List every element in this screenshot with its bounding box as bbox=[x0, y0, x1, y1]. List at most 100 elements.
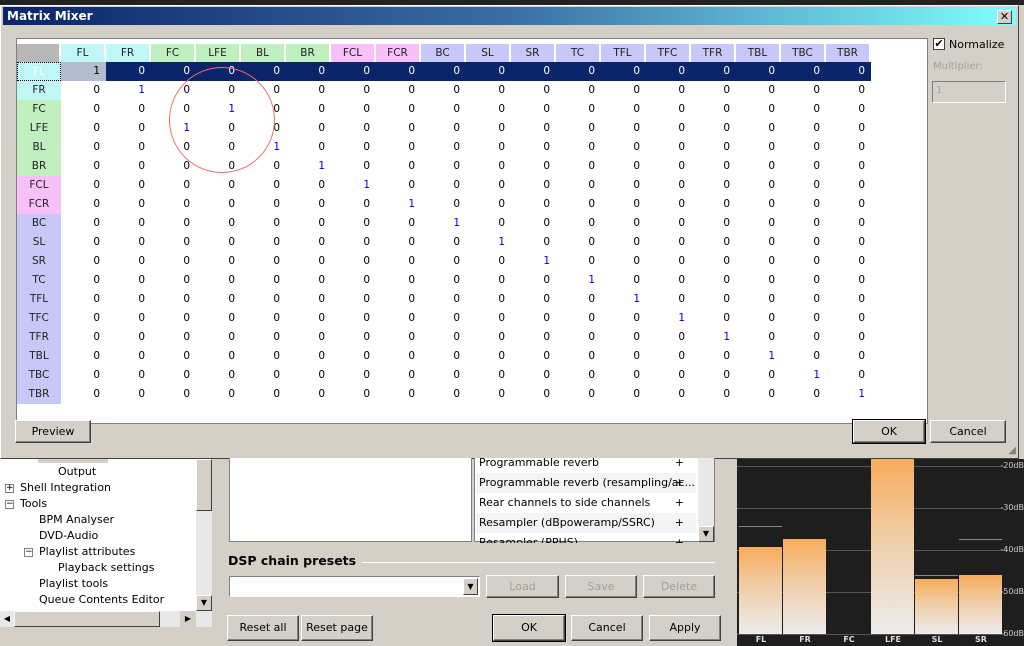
matrix-cell[interactable]: 0 bbox=[61, 347, 106, 366]
matrix-cell[interactable]: 0 bbox=[421, 366, 466, 385]
matrix-cell[interactable]: 0 bbox=[736, 138, 781, 157]
matrix-cell[interactable]: 0 bbox=[646, 62, 691, 81]
column-header-bl[interactable]: BL bbox=[241, 44, 286, 62]
matrix-cell[interactable]: 0 bbox=[421, 290, 466, 309]
matrix-cell[interactable]: 0 bbox=[781, 62, 826, 81]
dsp-item[interactable]: Rear channels to side channels + bbox=[476, 493, 696, 513]
tree-item[interactable]: Playlist attributes bbox=[39, 545, 135, 558]
matrix-cell[interactable]: 0 bbox=[466, 366, 511, 385]
column-header-br[interactable]: BR bbox=[286, 44, 331, 62]
matrix-cell[interactable]: 0 bbox=[736, 176, 781, 195]
matrix-cell[interactable]: 0 bbox=[421, 309, 466, 328]
load-button[interactable]: Load bbox=[486, 575, 559, 598]
matrix-cell[interactable]: 0 bbox=[331, 214, 376, 233]
matrix-cell[interactable]: 0 bbox=[646, 252, 691, 271]
matrix-cell[interactable]: 0 bbox=[331, 347, 376, 366]
matrix-cell[interactable]: 0 bbox=[196, 195, 241, 214]
matrix-cell[interactable]: 0 bbox=[781, 271, 826, 290]
matrix-cell[interactable]: 0 bbox=[196, 233, 241, 252]
matrix-cell[interactable]: 0 bbox=[376, 157, 421, 176]
add-icon[interactable]: + bbox=[675, 453, 684, 473]
matrix-cell[interactable]: 0 bbox=[106, 195, 151, 214]
matrix-cell[interactable]: 0 bbox=[691, 100, 736, 119]
matrix-cell[interactable]: 0 bbox=[421, 328, 466, 347]
matrix-cell[interactable]: 0 bbox=[61, 195, 106, 214]
matrix-cell[interactable]: 0 bbox=[151, 252, 196, 271]
matrix-cell[interactable]: 0 bbox=[781, 385, 826, 404]
row-header-sr[interactable]: SR bbox=[17, 252, 61, 271]
matrix-cell[interactable]: 0 bbox=[241, 195, 286, 214]
matrix-cell[interactable]: 0 bbox=[421, 62, 466, 81]
matrix-cell[interactable]: 0 bbox=[196, 290, 241, 309]
matrix-cell[interactable]: 0 bbox=[61, 176, 106, 195]
matrix-cell[interactable]: 0 bbox=[61, 81, 106, 100]
matrix-cell[interactable]: 0 bbox=[61, 233, 106, 252]
column-header-fr[interactable]: FR bbox=[106, 44, 151, 62]
matrix-cell[interactable]: 0 bbox=[781, 176, 826, 195]
matrix-cell[interactable]: 0 bbox=[826, 138, 871, 157]
column-header-sl[interactable]: SL bbox=[466, 44, 511, 62]
matrix-cell[interactable]: 0 bbox=[601, 309, 646, 328]
matrix-cell[interactable]: 0 bbox=[691, 157, 736, 176]
matrix-cell[interactable]: 0 bbox=[646, 347, 691, 366]
matrix-cell[interactable]: 0 bbox=[61, 328, 106, 347]
matrix-cell[interactable]: 0 bbox=[691, 347, 736, 366]
matrix-cell[interactable]: 0 bbox=[511, 195, 556, 214]
matrix-cell[interactable]: 0 bbox=[556, 100, 601, 119]
column-header-tbr[interactable]: TBR bbox=[826, 44, 871, 62]
matrix-cell[interactable]: 0 bbox=[601, 62, 646, 81]
row-header-sl[interactable]: SL bbox=[17, 233, 61, 252]
matrix-cell[interactable]: 0 bbox=[736, 252, 781, 271]
close-button[interactable]: ✕ bbox=[997, 10, 1012, 24]
matrix-cell[interactable]: 0 bbox=[556, 214, 601, 233]
matrix-cell[interactable]: 0 bbox=[646, 119, 691, 138]
add-icon[interactable]: + bbox=[675, 473, 684, 493]
matrix-cell[interactable]: 0 bbox=[736, 309, 781, 328]
row-header-tbl[interactable]: TBL bbox=[17, 347, 61, 366]
column-header-sr[interactable]: SR bbox=[511, 44, 556, 62]
matrix-grid[interactable]: FL FR FC LFE BL BR FCL FCR BC SL SR TC TFL TFC TFR TBL T… bbox=[16, 38, 928, 424]
cancel-button[interactable]: Cancel bbox=[930, 420, 1006, 443]
matrix-cell[interactable]: 0 bbox=[61, 138, 106, 157]
prefs-cancel-button[interactable]: Cancel bbox=[571, 615, 643, 641]
scroll-down-icon[interactable]: ▼ bbox=[698, 526, 714, 542]
matrix-cell[interactable]: 0 bbox=[781, 214, 826, 233]
save-button[interactable]: Save bbox=[565, 575, 637, 598]
matrix-cell[interactable]: 0 bbox=[781, 309, 826, 328]
matrix-cell[interactable]: 0 bbox=[151, 328, 196, 347]
dsp-item[interactable]: Resampler (dBpoweramp/SSRC) + bbox=[476, 513, 696, 533]
matrix-cell[interactable]: 0 bbox=[511, 347, 556, 366]
matrix-cell[interactable]: 0 bbox=[781, 81, 826, 100]
matrix-cell[interactable]: 0 bbox=[196, 176, 241, 195]
matrix-cell[interactable]: 0 bbox=[601, 81, 646, 100]
matrix-cell[interactable]: 0 bbox=[511, 385, 556, 404]
matrix-cell[interactable]: 0 bbox=[286, 176, 331, 195]
matrix-cell[interactable]: 0 bbox=[466, 271, 511, 290]
matrix-cell[interactable]: 0 bbox=[826, 100, 871, 119]
matrix-cell[interactable]: 0 bbox=[511, 119, 556, 138]
matrix-cell[interactable]: 0 bbox=[511, 157, 556, 176]
matrix-cell[interactable]: 0 bbox=[106, 157, 151, 176]
matrix-cell[interactable]: 0 bbox=[106, 271, 151, 290]
matrix-cell[interactable]: 0 bbox=[601, 252, 646, 271]
matrix-cell[interactable]: 0 bbox=[331, 290, 376, 309]
matrix-cell[interactable]: 0 bbox=[331, 271, 376, 290]
matrix-cell[interactable]: 0 bbox=[106, 214, 151, 233]
matrix-cell[interactable]: 0 bbox=[331, 233, 376, 252]
matrix-cell[interactable]: 0 bbox=[331, 119, 376, 138]
dsp-item[interactable]: Programmable reverb + bbox=[476, 453, 696, 473]
matrix-cell[interactable]: 0 bbox=[511, 233, 556, 252]
matrix-cell[interactable]: 0 bbox=[61, 366, 106, 385]
matrix-cell[interactable]: 0 bbox=[376, 100, 421, 119]
matrix-cell[interactable]: 0 bbox=[646, 157, 691, 176]
matrix-cell[interactable]: 0 bbox=[646, 233, 691, 252]
matrix-cell[interactable]: 0 bbox=[736, 62, 781, 81]
preferences-tree[interactable]: Output + Shell Integration − Tools BPM Analys… bbox=[0, 459, 213, 627]
matrix-cell[interactable]: 0 bbox=[61, 385, 106, 404]
row-header-fcl[interactable]: FCL bbox=[17, 176, 61, 195]
matrix-cell[interactable]: 0 bbox=[286, 271, 331, 290]
column-header-tfr[interactable]: TFR bbox=[691, 44, 736, 62]
tree-item[interactable]: BPM Analyser bbox=[39, 513, 114, 526]
matrix-cell[interactable]: 0 bbox=[781, 100, 826, 119]
matrix-cell[interactable]: 0 bbox=[736, 214, 781, 233]
